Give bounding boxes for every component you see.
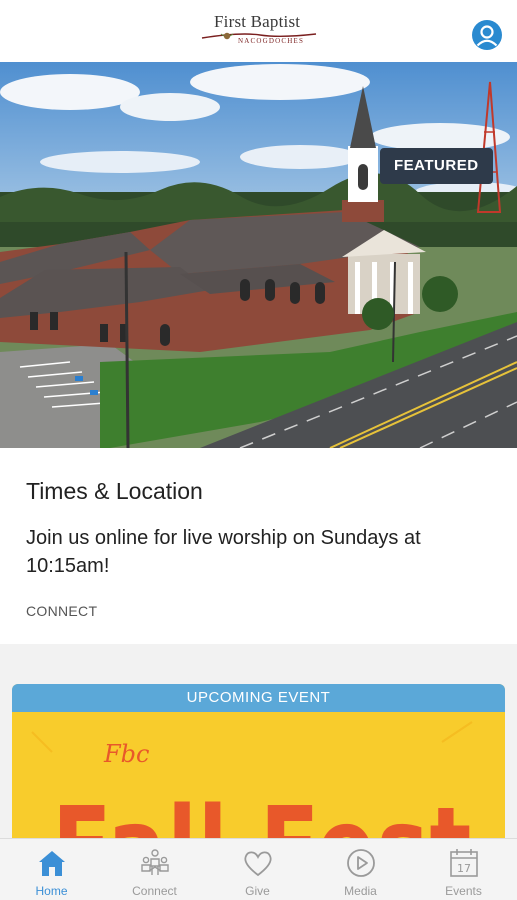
tab-home[interactable]: Home [0,839,103,900]
featured-badge: FEATURED [380,148,493,184]
event-header: UPCOMING EVENT [12,684,505,712]
logo-subtitle: NACOGDOCHES [238,37,305,45]
logo-title: First Baptist [214,12,301,31]
tab-home-label: Home [35,884,68,898]
tab-media-label: Media [344,884,377,898]
tab-media[interactable]: Media [309,839,412,900]
home-icon [39,851,65,876]
calendar-icon: 17 [450,849,478,877]
tab-give-label: Give [245,884,270,898]
heart-icon [244,851,272,877]
app-header: First Baptist NACOGDOCHES [0,0,517,62]
play-circle-icon [347,849,375,877]
card-description: Join us online for live worship on Sunda… [26,527,421,577]
app-screen: First Baptist NACOGDOCHES FEATURED Times… [0,0,517,900]
church-building-image [0,62,517,448]
bottom-tab-bar: Home Connect Give Media 17 Events [0,838,517,900]
card-title: Times & Location [26,478,203,504]
profile-button[interactable] [472,20,502,50]
user-circle-icon [476,25,498,47]
people-icon [141,849,169,875]
tab-connect-label: Connect [132,884,177,898]
tab-events-label: Events [445,884,482,898]
church-logo[interactable]: First Baptist NACOGDOCHES [200,10,318,52]
tab-give[interactable]: Give [206,839,309,900]
tab-connect[interactable]: Connect [103,839,206,900]
connect-link[interactable]: CONNECT [26,603,97,619]
tab-events[interactable]: 17 Events [412,839,515,900]
featured-image[interactable]: FEATURED [0,62,517,448]
featured-card[interactable]: Times & Location Join us online for live… [0,448,517,644]
event-art-line1: Fbc [103,740,149,768]
svg-text:17: 17 [457,862,471,875]
